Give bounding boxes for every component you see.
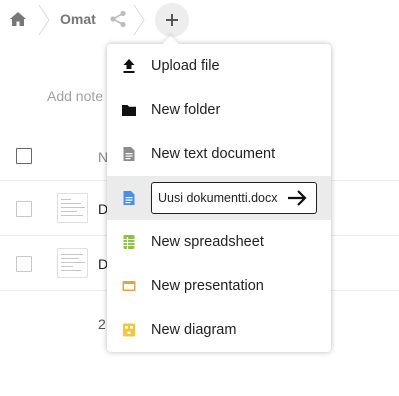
menu-item-new-text-document[interactable]: New text document: [107, 132, 331, 176]
menu-item-new-spreadsheet[interactable]: New spreadsheet: [107, 220, 331, 264]
row-checkbox[interactable]: [16, 201, 32, 217]
menu-item-upload-file[interactable]: Upload file: [107, 44, 331, 88]
file-thumbnail[interactable]: [57, 248, 88, 278]
menu-item-new-presentation[interactable]: New presentation: [107, 264, 331, 308]
text-document-icon: [123, 147, 135, 161]
share-icon[interactable]: [109, 10, 127, 28]
menu-item-label: New diagram: [151, 322, 237, 338]
home-icon[interactable]: [9, 11, 27, 27]
add-note-placeholder[interactable]: Add note: [47, 88, 103, 104]
file-thumbnail[interactable]: [57, 193, 88, 223]
breadcrumb: Omat: [0, 0, 399, 40]
breadcrumb-separator-icon: [38, 4, 50, 36]
diagram-icon: [123, 323, 135, 337]
menu-item-label: New folder: [151, 102, 221, 118]
spreadsheet-icon: [123, 235, 135, 249]
menu-item-label: New text document: [151, 146, 276, 162]
folder-icon: [122, 105, 136, 116]
select-all-checkbox[interactable]: [16, 148, 32, 164]
new-file-menu: Upload file New folder New text document: [107, 44, 331, 352]
upload-icon: [123, 59, 135, 73]
file-count-summary: 2: [98, 316, 106, 332]
confirm-arrow-icon[interactable]: [285, 187, 309, 209]
row-checkbox[interactable]: [16, 256, 32, 272]
document-icon: [123, 191, 135, 205]
breadcrumb-folder[interactable]: Omat: [60, 11, 96, 27]
new-button[interactable]: [155, 3, 189, 37]
menu-item-label: New presentation: [151, 278, 264, 294]
menu-item-label: New spreadsheet: [151, 234, 264, 250]
menu-item-new-document[interactable]: [107, 176, 331, 220]
menu-item-label: Upload file: [151, 58, 220, 74]
files-app: Omat Add note N D D 2 Upload file New fo…: [0, 0, 399, 396]
menu-item-new-folder[interactable]: New folder: [107, 88, 331, 132]
presentation-icon: [122, 281, 136, 291]
breadcrumb-separator-icon: [133, 4, 145, 36]
menu-item-new-diagram[interactable]: New diagram: [107, 308, 331, 352]
plus-icon: [166, 14, 178, 26]
